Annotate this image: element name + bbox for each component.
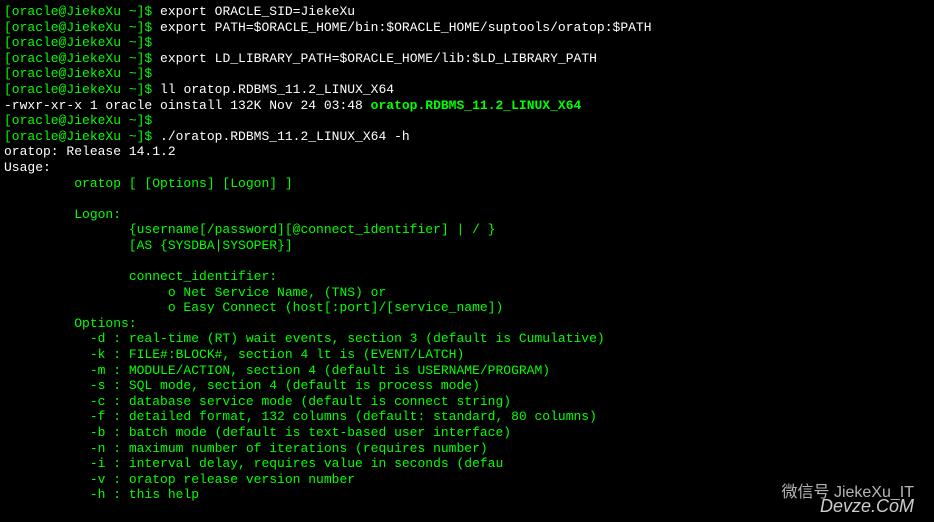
option-k: -k : FILE#:BLOCK#, section 4 lt is (EVEN… [4, 347, 930, 363]
shell-prompt: [oracle@JiekeXu ~]$ [4, 20, 152, 35]
command-text: export PATH=$ORACLE_HOME/bin:$ORACLE_HOM… [160, 20, 651, 35]
option-d: -d : real-time (RT) wait events, section… [4, 331, 930, 347]
ls-permissions: -rwxr-xr-x 1 oracle oinstall 132K Nov 24… [4, 98, 371, 113]
option-b: -b : batch mode (default is text-based u… [4, 425, 930, 441]
command-text: export ORACLE_SID=JiekeXu [160, 4, 355, 19]
release-line: oratop: Release 14.1.2 [4, 144, 930, 160]
command-text: ll oratop.RDBMS_11.2_LINUX_X64 [160, 82, 394, 97]
terminal-line: [oracle@JiekeXu ~]$ ./oratop.RDBMS_11.2_… [4, 129, 930, 145]
terminal-line: [oracle@JiekeXu ~]$ ll oratop.RDBMS_11.2… [4, 82, 930, 98]
usage-syntax: oratop [ [Options] [Logon] ] [4, 176, 930, 192]
shell-prompt: [oracle@JiekeXu ~]$ [4, 51, 152, 66]
shell-prompt: [oracle@JiekeXu ~]$ [4, 113, 152, 128]
options-label: Options: [4, 316, 930, 332]
terminal-line: [oracle@JiekeXu ~]$ export ORACLE_SID=Ji… [4, 4, 930, 20]
option-s: -s : SQL mode, section 4 (default is pro… [4, 378, 930, 394]
ls-output: -rwxr-xr-x 1 oracle oinstall 132K Nov 24… [4, 98, 930, 114]
option-m: -m : MODULE/ACTION, section 4 (default i… [4, 363, 930, 379]
terminal-line: [oracle@JiekeXu ~]$ export PATH=$ORACLE_… [4, 20, 930, 36]
terminal-line: [oracle@JiekeXu ~]$ export LD_LIBRARY_PA… [4, 51, 930, 67]
watermark-site: Devze.CoM [820, 496, 914, 518]
connect-label: connect_identifier: [4, 269, 930, 285]
shell-prompt: [oracle@JiekeXu ~]$ [4, 4, 152, 19]
shell-prompt: [oracle@JiekeXu ~]$ [4, 35, 152, 50]
connect-option: o Easy Connect (host[:port]/[service_nam… [4, 300, 930, 316]
shell-prompt: [oracle@JiekeXu ~]$ [4, 66, 152, 81]
command-text: export LD_LIBRARY_PATH=$ORACLE_HOME/lib:… [160, 51, 597, 66]
option-n: -n : maximum number of iterations (requi… [4, 441, 930, 457]
option-c: -c : database service mode (default is c… [4, 394, 930, 410]
logon-label: Logon: [4, 207, 930, 223]
option-i: -i : interval delay, requires value in s… [4, 456, 930, 472]
terminal-line: [oracle@JiekeXu ~]$ [4, 66, 930, 82]
terminal-line: [oracle@JiekeXu ~]$ [4, 35, 930, 51]
shell-prompt: [oracle@JiekeXu ~]$ [4, 82, 152, 97]
connect-option: o Net Service Name, (TNS) or [4, 285, 930, 301]
terminal-line: [oracle@JiekeXu ~]$ [4, 113, 930, 129]
usage-label: Usage: [4, 160, 930, 176]
logon-syntax: [AS {SYSDBA|SYSOPER}] [4, 238, 930, 254]
shell-prompt: [oracle@JiekeXu ~]$ [4, 129, 152, 144]
command-text: ./oratop.RDBMS_11.2_LINUX_X64 -h [160, 129, 410, 144]
option-f: -f : detailed format, 132 columns (defau… [4, 409, 930, 425]
logon-syntax: {username[/password][@connect_identifier… [4, 222, 930, 238]
ls-filename: oratop.RDBMS_11.2_LINUX_X64 [371, 98, 582, 113]
